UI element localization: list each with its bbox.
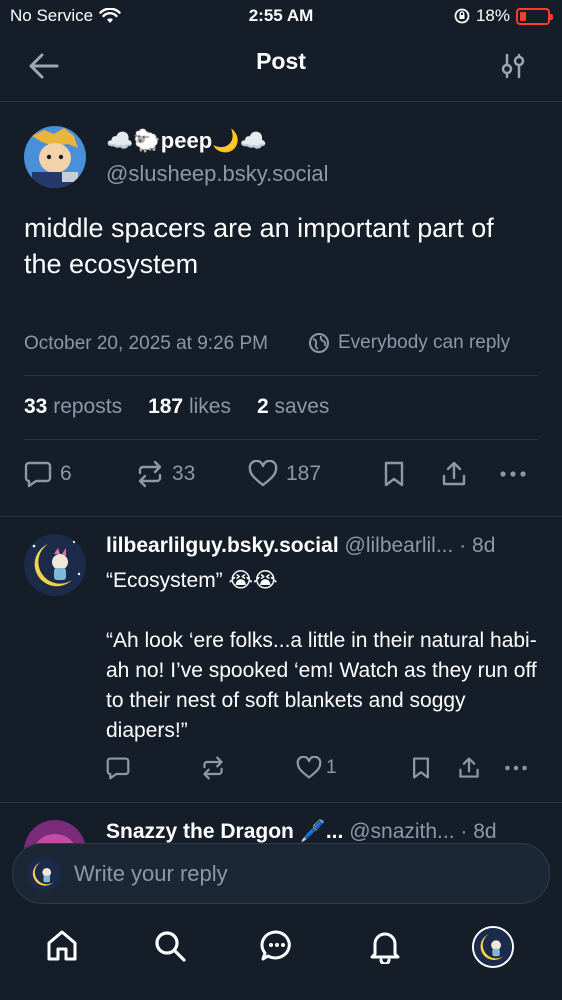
share-icon [459, 757, 479, 778]
more-horizontal-icon [500, 471, 526, 477]
reply-bookmark-button[interactable] [410, 756, 432, 780]
post-stats: 33 reposts 187 likes 2 saves [24, 395, 329, 419]
more-horizontal-icon [505, 765, 527, 771]
reply-repost-button[interactable] [201, 756, 225, 780]
bell-icon [370, 932, 400, 964]
author-display-name[interactable]: ☁️🐑peep🌙☁️ [106, 128, 267, 154]
reply-like-count: 1 [326, 757, 337, 778]
post-timestamp: October 20, 2025 at 9:26 PM [24, 333, 268, 354]
likes-stat[interactable]: 187 likes [148, 395, 231, 419]
reply-text-body: “Ah look ‘ere folks...a little in their … [106, 629, 537, 742]
repost-button[interactable]: 33 [136, 460, 195, 488]
repost-icon [138, 460, 162, 488]
reply-reply-button[interactable] [106, 756, 130, 780]
reply-composer[interactable]: Write your reply [12, 843, 550, 904]
tab-chat[interactable] [259, 928, 295, 964]
share-button[interactable] [440, 460, 468, 488]
like-button[interactable]: 187 [248, 460, 321, 488]
reply-header: Snazzy the Dragon 🖊️... @snazith... · 8d [106, 820, 497, 844]
share-icon [442, 461, 466, 486]
speech-bubble-icon [106, 757, 130, 780]
repost-count: 33 [172, 462, 196, 485]
reply-header: lilbearlilguy.bsky.social @lilbearlil...… [106, 534, 495, 558]
reply-count: 6 [60, 462, 72, 485]
heart-icon [248, 460, 278, 487]
reply-permission-label: Everybody can reply [338, 332, 511, 353]
sliders-icon [501, 53, 525, 79]
reposts-label: reposts [53, 395, 123, 418]
globe-icon [309, 333, 329, 353]
reply-display-name[interactable]: Snazzy the Dragon 🖊️... [106, 820, 343, 843]
saves-stat[interactable]: 2 saves [257, 395, 329, 419]
bookmark-icon [413, 757, 429, 779]
reply-handle[interactable]: @snazith... [349, 820, 454, 843]
reply-button[interactable]: 6 [24, 460, 72, 488]
battery-percent: 18% [475, 6, 510, 25]
likes-label: likes [188, 395, 231, 418]
bottom-tab-bar [0, 914, 562, 1000]
composer-placeholder: Write your reply [74, 861, 228, 886]
speech-bubble-icon [24, 461, 52, 488]
reply-like-button[interactable]: 1 [296, 756, 337, 780]
bookmark-icon [384, 461, 404, 487]
rotation-lock-icon [454, 8, 470, 24]
post-actions: 6 33 187 [0, 458, 562, 496]
page-title: Post [256, 48, 306, 74]
reply-age: · 8d [460, 820, 497, 843]
reply-age: · 8d [459, 534, 496, 557]
reply-handle[interactable]: @lilbearlil... [345, 534, 454, 557]
reply-avatar[interactable] [24, 534, 86, 596]
tab-profile[interactable] [472, 926, 514, 968]
saves-count: 2 [256, 395, 269, 418]
thread-settings-button[interactable] [500, 52, 526, 80]
home-icon [47, 930, 77, 961]
reposts-count: 33 [24, 395, 48, 418]
reply-share-button[interactable] [457, 756, 481, 780]
bookmark-button[interactable] [382, 460, 406, 488]
divider [0, 802, 562, 803]
post-text: middle spacers are an important part of … [24, 213, 494, 279]
author-handle[interactable]: @slusheep.bsky.social [106, 161, 328, 187]
tab-notifications[interactable] [367, 928, 403, 964]
reply-actions: 1 [0, 756, 562, 784]
tab-search[interactable] [152, 928, 188, 964]
reply-more-button[interactable] [503, 756, 529, 780]
divider [0, 516, 562, 517]
reply-permission[interactable]: Everybody can reply [308, 332, 510, 354]
heart-icon [296, 756, 322, 779]
search-icon [155, 931, 186, 962]
tab-home[interactable] [44, 928, 80, 964]
author-avatar[interactable] [24, 126, 86, 188]
battery-icon [516, 7, 553, 25]
reply-text-line1: “Ecosystem” 😭😭 [106, 569, 278, 592]
chat-icon [260, 930, 291, 961]
post-header: Post [0, 34, 562, 102]
status-bar: No Service 2:55 AM 18% [0, 0, 562, 34]
repost-icon [203, 756, 223, 780]
composer-avatar [27, 857, 61, 891]
divider [24, 439, 538, 440]
reply-display-name[interactable]: lilbearlilguy.bsky.social [106, 534, 339, 557]
divider [24, 375, 538, 376]
more-options-button[interactable] [498, 460, 528, 488]
saves-label: saves [274, 395, 330, 418]
likes-count: 187 [148, 395, 184, 418]
profile-avatar [474, 928, 512, 966]
like-count: 187 [286, 462, 322, 485]
reposts-stat[interactable]: 33 reposts [24, 395, 122, 419]
